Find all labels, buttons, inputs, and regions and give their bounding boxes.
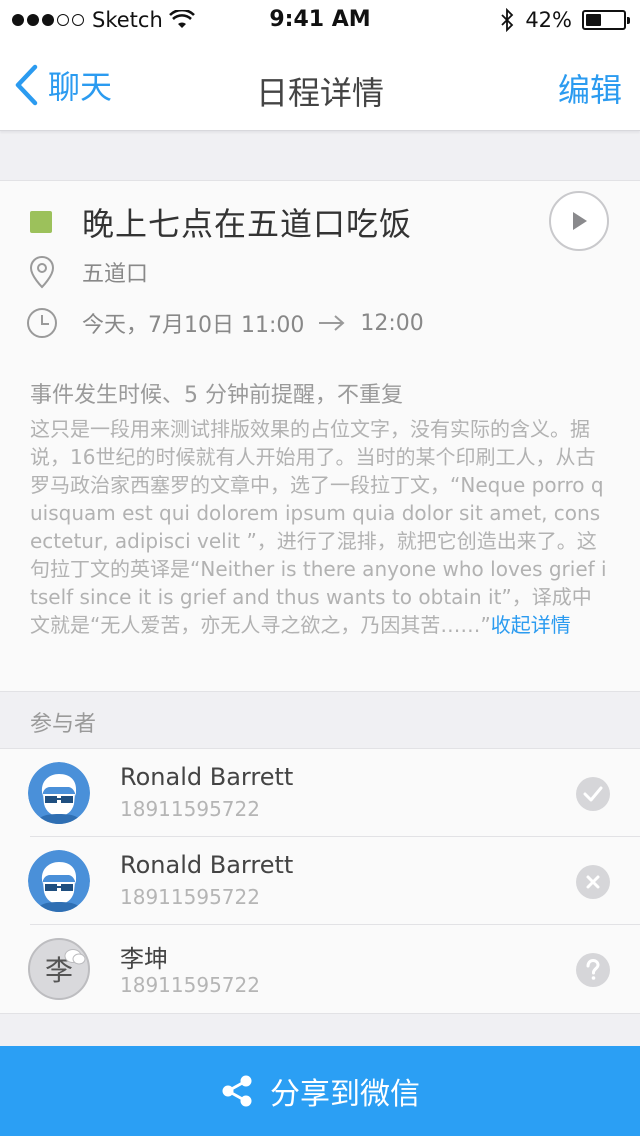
list-item[interactable]: Ronald Barrett 18911595722: [0, 749, 640, 837]
participant-name: Ronald Barrett: [120, 851, 294, 879]
participants-section: 参与者: [0, 690, 640, 748]
participant-phone: 18911595722: [120, 797, 260, 821]
list-item[interactable]: Ronald Barrett 18911595722: [0, 837, 640, 925]
participant-phone: 18911595722: [120, 973, 260, 997]
participant-phone: 18911595722: [120, 885, 260, 909]
accepted-status: [576, 777, 610, 811]
battery-percent: 42%: [525, 8, 572, 32]
share-label: 分享到微信: [270, 1077, 420, 1112]
arrow-right-icon: [319, 315, 345, 331]
participant-name: 李坤: [120, 945, 168, 973]
event-location-row: 五道口: [26, 255, 148, 289]
question-icon: [586, 959, 600, 980]
play-button[interactable]: [549, 191, 609, 251]
status-bar: Sketch 9:41 AM 42%: [0, 0, 640, 40]
share-icon: [222, 1075, 252, 1107]
event-description: 这只是一段用来测试排版效果的占位文字，没有实际的含义。据说，16世纪的时候就有人…: [30, 415, 610, 639]
page-title: 日程详情: [255, 74, 384, 112]
bluetooth-icon: [501, 8, 514, 32]
event-reminder: 事件发生时候、5 分钟前提醒，不重复: [30, 383, 403, 408]
share-wechat-button[interactable]: 分享到微信: [0, 1046, 640, 1136]
event-description-text: 这只是一段用来测试排版效果的占位文字，没有实际的含义。据说，16世纪的时候就有人…: [30, 417, 607, 637]
participant-name: Ronald Barrett: [120, 763, 294, 791]
event-card: 晚上七点在五道口吃饭 五道口 今天，7月10日 11:00 12:00 事件发生…: [0, 180, 640, 692]
avatar: 李: [28, 938, 90, 1000]
avatar: [28, 850, 90, 912]
pending-status: [576, 953, 610, 987]
location-pin-icon: [29, 255, 55, 289]
participants-label: 参与者: [30, 712, 97, 737]
clock-icon: [27, 308, 57, 338]
event-location: 五道口: [82, 262, 149, 287]
battery-icon: [582, 10, 630, 30]
participants-list: Ronald Barrett 18911595722 Ronald Barret…: [0, 748, 640, 1014]
navigation-bar: 聊天 日程详情 编辑: [0, 40, 640, 131]
event-title: 晚上七点在五道口吃饭: [82, 205, 413, 243]
event-start: 今天，7月10日 11:00: [82, 313, 305, 338]
event-time-row: 今天，7月10日 11:00 12:00: [26, 307, 424, 339]
collapse-details-link[interactable]: 收起详情: [491, 613, 571, 637]
avatar: [28, 762, 90, 824]
wechat-icon: [64, 949, 86, 965]
x-icon: [586, 875, 600, 889]
edit-button[interactable]: 编辑: [558, 65, 622, 111]
check-icon: [583, 786, 603, 802]
declined-status: [576, 865, 610, 899]
play-icon: [573, 212, 587, 230]
event-color-marker: [30, 211, 52, 233]
event-end: 12:00: [360, 310, 424, 336]
list-item[interactable]: 李 李坤 18911595722: [0, 925, 640, 1013]
